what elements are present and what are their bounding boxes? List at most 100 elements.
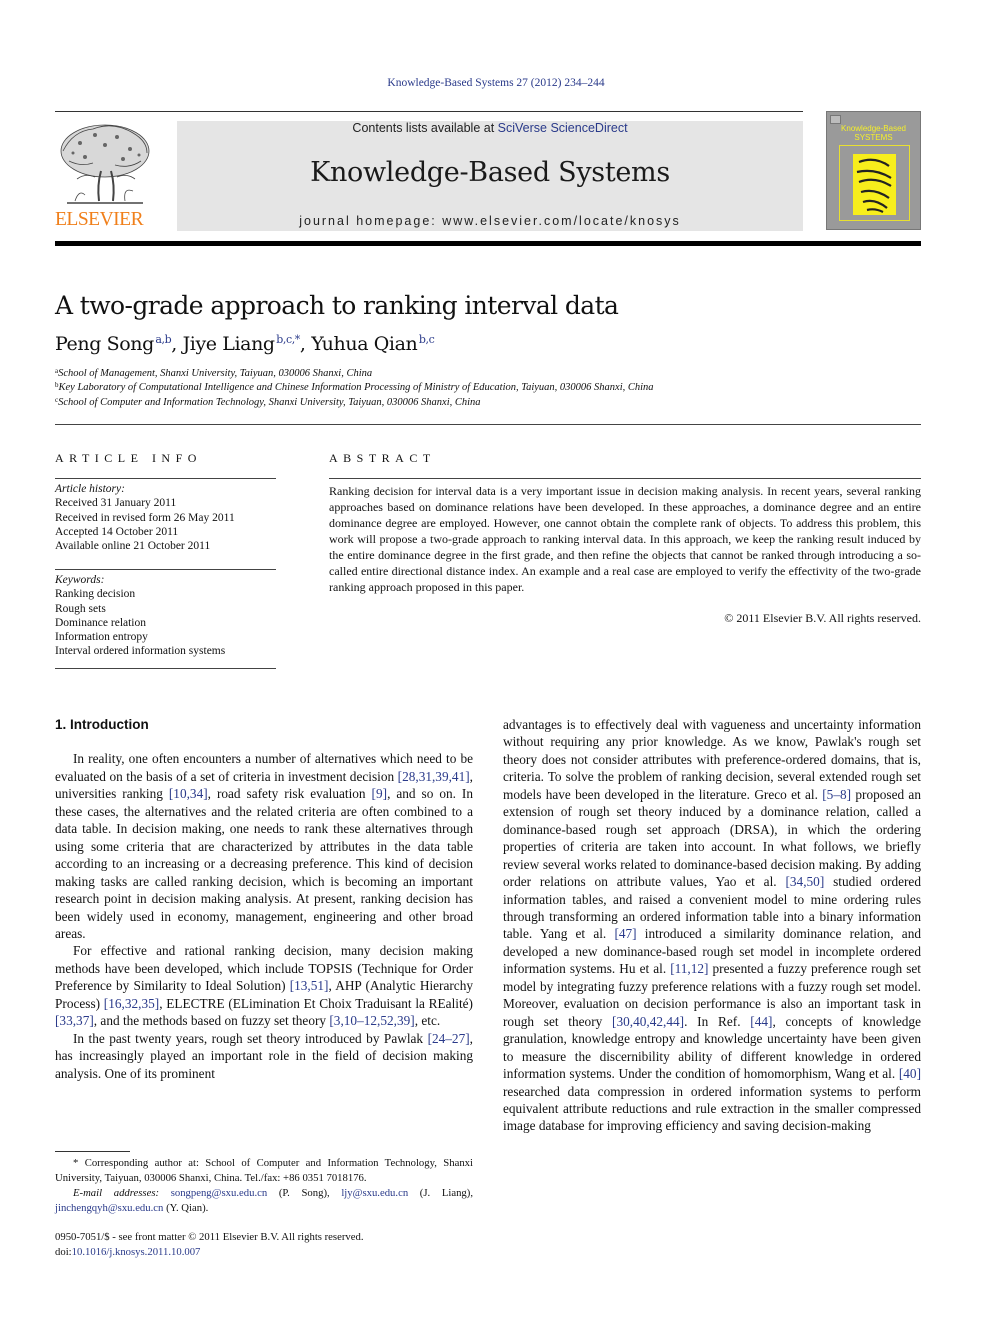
- author-name: Yuhua Qian: [311, 333, 418, 355]
- keyword: Ranking decision: [55, 588, 136, 601]
- journal-homepage[interactable]: journal homepage: www.elsevier.com/locat…: [177, 214, 803, 228]
- citation-link[interactable]: [47]: [614, 926, 636, 941]
- sciencedirect-link[interactable]: SciVerse ScienceDirect: [498, 121, 628, 135]
- keywords: Keywords: Ranking decision Rough sets Do…: [55, 573, 225, 659]
- elsevier-logo[interactable]: ELSEVIER: [55, 121, 155, 233]
- author-affiliation-link[interactable]: b,c: [419, 333, 435, 346]
- body-column-right: advantages is to effectively deal with v…: [503, 716, 921, 1135]
- text-run: , ELECTRE (ELimination Et Choix Traduisa…: [159, 995, 473, 1011]
- journal-title: Knowledge-Based Systems: [310, 157, 670, 188]
- issn-line: 0950-7051/$ - see front matter © 2011 El…: [55, 1231, 364, 1243]
- author: Peng Song a,b,: [55, 333, 183, 355]
- article-info-rule: [55, 478, 276, 479]
- citation-link[interactable]: [44]: [750, 1014, 772, 1029]
- body-column-left: 1. Introduction In reality, one often en…: [55, 716, 473, 1082]
- keyword: Information entropy: [55, 631, 148, 644]
- author: Yuhua Qian b,c: [311, 333, 435, 355]
- author-affiliation-link[interactable]: a,b: [155, 333, 171, 346]
- affiliation-text: School of Computer and Information Techn…: [58, 396, 481, 408]
- citation-link[interactable]: [34,50]: [785, 874, 824, 889]
- text-run: , and so on. In these cases, the alterna…: [55, 786, 473, 941]
- affiliation-text: Key Laboratory of Computational Intellig…: [58, 382, 654, 394]
- journal-cover-thumbnail[interactable]: Knowledge-Based SYSTEMS: [826, 111, 921, 230]
- body-paragraph: For effective and rational ranking decis…: [55, 942, 473, 1029]
- citation-link[interactable]: [40]: [899, 1066, 921, 1081]
- citation-link[interactable]: [3,10–12,52,39]: [329, 1013, 414, 1028]
- citation-link[interactable]: [13,51]: [290, 978, 329, 993]
- elsevier-wordmark: ELSEVIER: [55, 209, 144, 230]
- keyword: Interval ordered information systems: [55, 645, 226, 658]
- footnote-rule: [55, 1151, 130, 1152]
- author-name: Peng Song: [55, 333, 154, 355]
- author-separator: ,: [299, 333, 312, 355]
- affiliation-list: aSchool of Management, Shanxi University…: [55, 367, 654, 410]
- front-matter: 0950-7051/$ - see front matter © 2011 El…: [55, 1230, 364, 1259]
- cover-artwork-icon: [853, 154, 896, 215]
- text-run: , and the methods based on fuzzy set the…: [93, 1013, 330, 1029]
- section-heading: 1. Introduction: [55, 717, 149, 732]
- footnotes: * Corresponding author at: School of Com…: [55, 1156, 473, 1215]
- corresponding-author-note: * Corresponding author at: School of Com…: [55, 1157, 473, 1184]
- citation-link[interactable]: [16,32,35]: [104, 996, 159, 1011]
- email-owner: (Y. Qian).: [163, 1201, 209, 1214]
- abstract-text: Ranking decision for interval data is a …: [329, 484, 921, 594]
- article-info-bottom-rule: [55, 668, 276, 669]
- citation-link[interactable]: [9]: [372, 786, 388, 801]
- article-title: A two-grade approach to ranking interval…: [55, 291, 619, 320]
- author-separator: ,: [171, 333, 183, 355]
- text-run: , etc.: [414, 1013, 441, 1029]
- header-rule: [55, 111, 803, 112]
- history-item: Received 31 January 2011: [55, 497, 177, 510]
- cover-title-line2: SYSTEMS: [854, 133, 893, 142]
- text-run: , road safety risk evaluation: [207, 786, 372, 802]
- text-run: researched data compression in ordered i…: [503, 1083, 921, 1134]
- author-name: Jiye Liang: [182, 333, 276, 355]
- affiliation-text: School of Management, Shanxi University,…: [58, 368, 373, 379]
- abstract-heading: ABSTRACT: [329, 451, 436, 465]
- body-paragraph: In the past twenty years, rough set theo…: [55, 1030, 473, 1082]
- citation-link[interactable]: [24–27]: [428, 1031, 470, 1046]
- email-owner: (P. Song),: [267, 1187, 342, 1199]
- email-owner: (J. Liang),: [408, 1187, 473, 1199]
- author: Jiye Liang b,c,*,: [183, 333, 312, 355]
- history-item: Received in revised form 26 May 2011: [55, 511, 235, 524]
- article-history: Article history: Received 31 January 201…: [55, 482, 235, 553]
- affiliation: cSchool of Computer and Information Tech…: [55, 396, 654, 410]
- affiliation: aSchool of Management, Shanxi University…: [55, 367, 654, 381]
- journal-citation-link[interactable]: Knowledge-Based Systems 27 (2012) 234–24…: [0, 77, 992, 89]
- keywords-rule: [55, 569, 276, 570]
- body-paragraph: advantages is to effectively deal with v…: [503, 716, 921, 1135]
- section-divider: [55, 424, 921, 425]
- author-list: Peng Song a,b, Jiye Liang b,c,*, Yuhua Q…: [55, 333, 435, 355]
- cover-title-line1: Knowledge-Based: [841, 124, 906, 133]
- text-run: . In Ref.: [684, 1013, 751, 1029]
- citation-link[interactable]: [30,40,42,44]: [612, 1014, 684, 1029]
- email-link[interactable]: songpeng@sxu.edu.cn: [171, 1187, 268, 1199]
- history-item: Available online 21 October 2011: [55, 540, 211, 553]
- email-note: E-mail addresses: songpeng@sxu.edu.cn (P…: [55, 1186, 473, 1215]
- email-label: E-mail addresses:: [73, 1187, 160, 1199]
- citation-link[interactable]: [10,34]: [169, 786, 208, 801]
- citation-link[interactable]: [5–8]: [822, 787, 851, 802]
- keyword: Rough sets: [55, 602, 106, 615]
- doi-link[interactable]: 10.1016/j.knosys.2011.10.007: [72, 1246, 201, 1258]
- journal-masthead: Contents lists available at SciVerse Sci…: [177, 121, 803, 231]
- contents-prefix: Contents lists available at: [352, 121, 498, 135]
- citation-link[interactable]: [11,12]: [670, 961, 708, 976]
- affiliation: bKey Laboratory of Computational Intelli…: [55, 381, 654, 395]
- cover-title: Knowledge-Based SYSTEMS: [827, 124, 920, 142]
- text-run: In the past twenty years, rough set theo…: [73, 1030, 428, 1046]
- elsevier-tree-icon: [60, 124, 150, 204]
- history-item: Accepted 14 October 2011: [55, 525, 179, 538]
- citation-link[interactable]: [33,37]: [55, 1013, 94, 1028]
- body-paragraph: In reality, one often encounters a numbe…: [55, 750, 473, 942]
- article-info-heading: ARTICLE INFO: [55, 451, 202, 465]
- doi-line: doi:10.1016/j.knosys.2011.10.007: [55, 1245, 364, 1260]
- doi-prefix: doi:: [55, 1245, 72, 1258]
- citation-link[interactable]: [28,31,39,41]: [398, 769, 470, 784]
- cover-publisher-icon: [830, 115, 841, 124]
- author-affiliation-link[interactable]: b,c,*: [276, 333, 300, 346]
- keywords-label: Keywords:: [55, 574, 105, 586]
- email-link[interactable]: ljy@sxu.edu.cn: [341, 1187, 408, 1199]
- email-link[interactable]: jinchengqyh@sxu.edu.cn: [55, 1202, 163, 1214]
